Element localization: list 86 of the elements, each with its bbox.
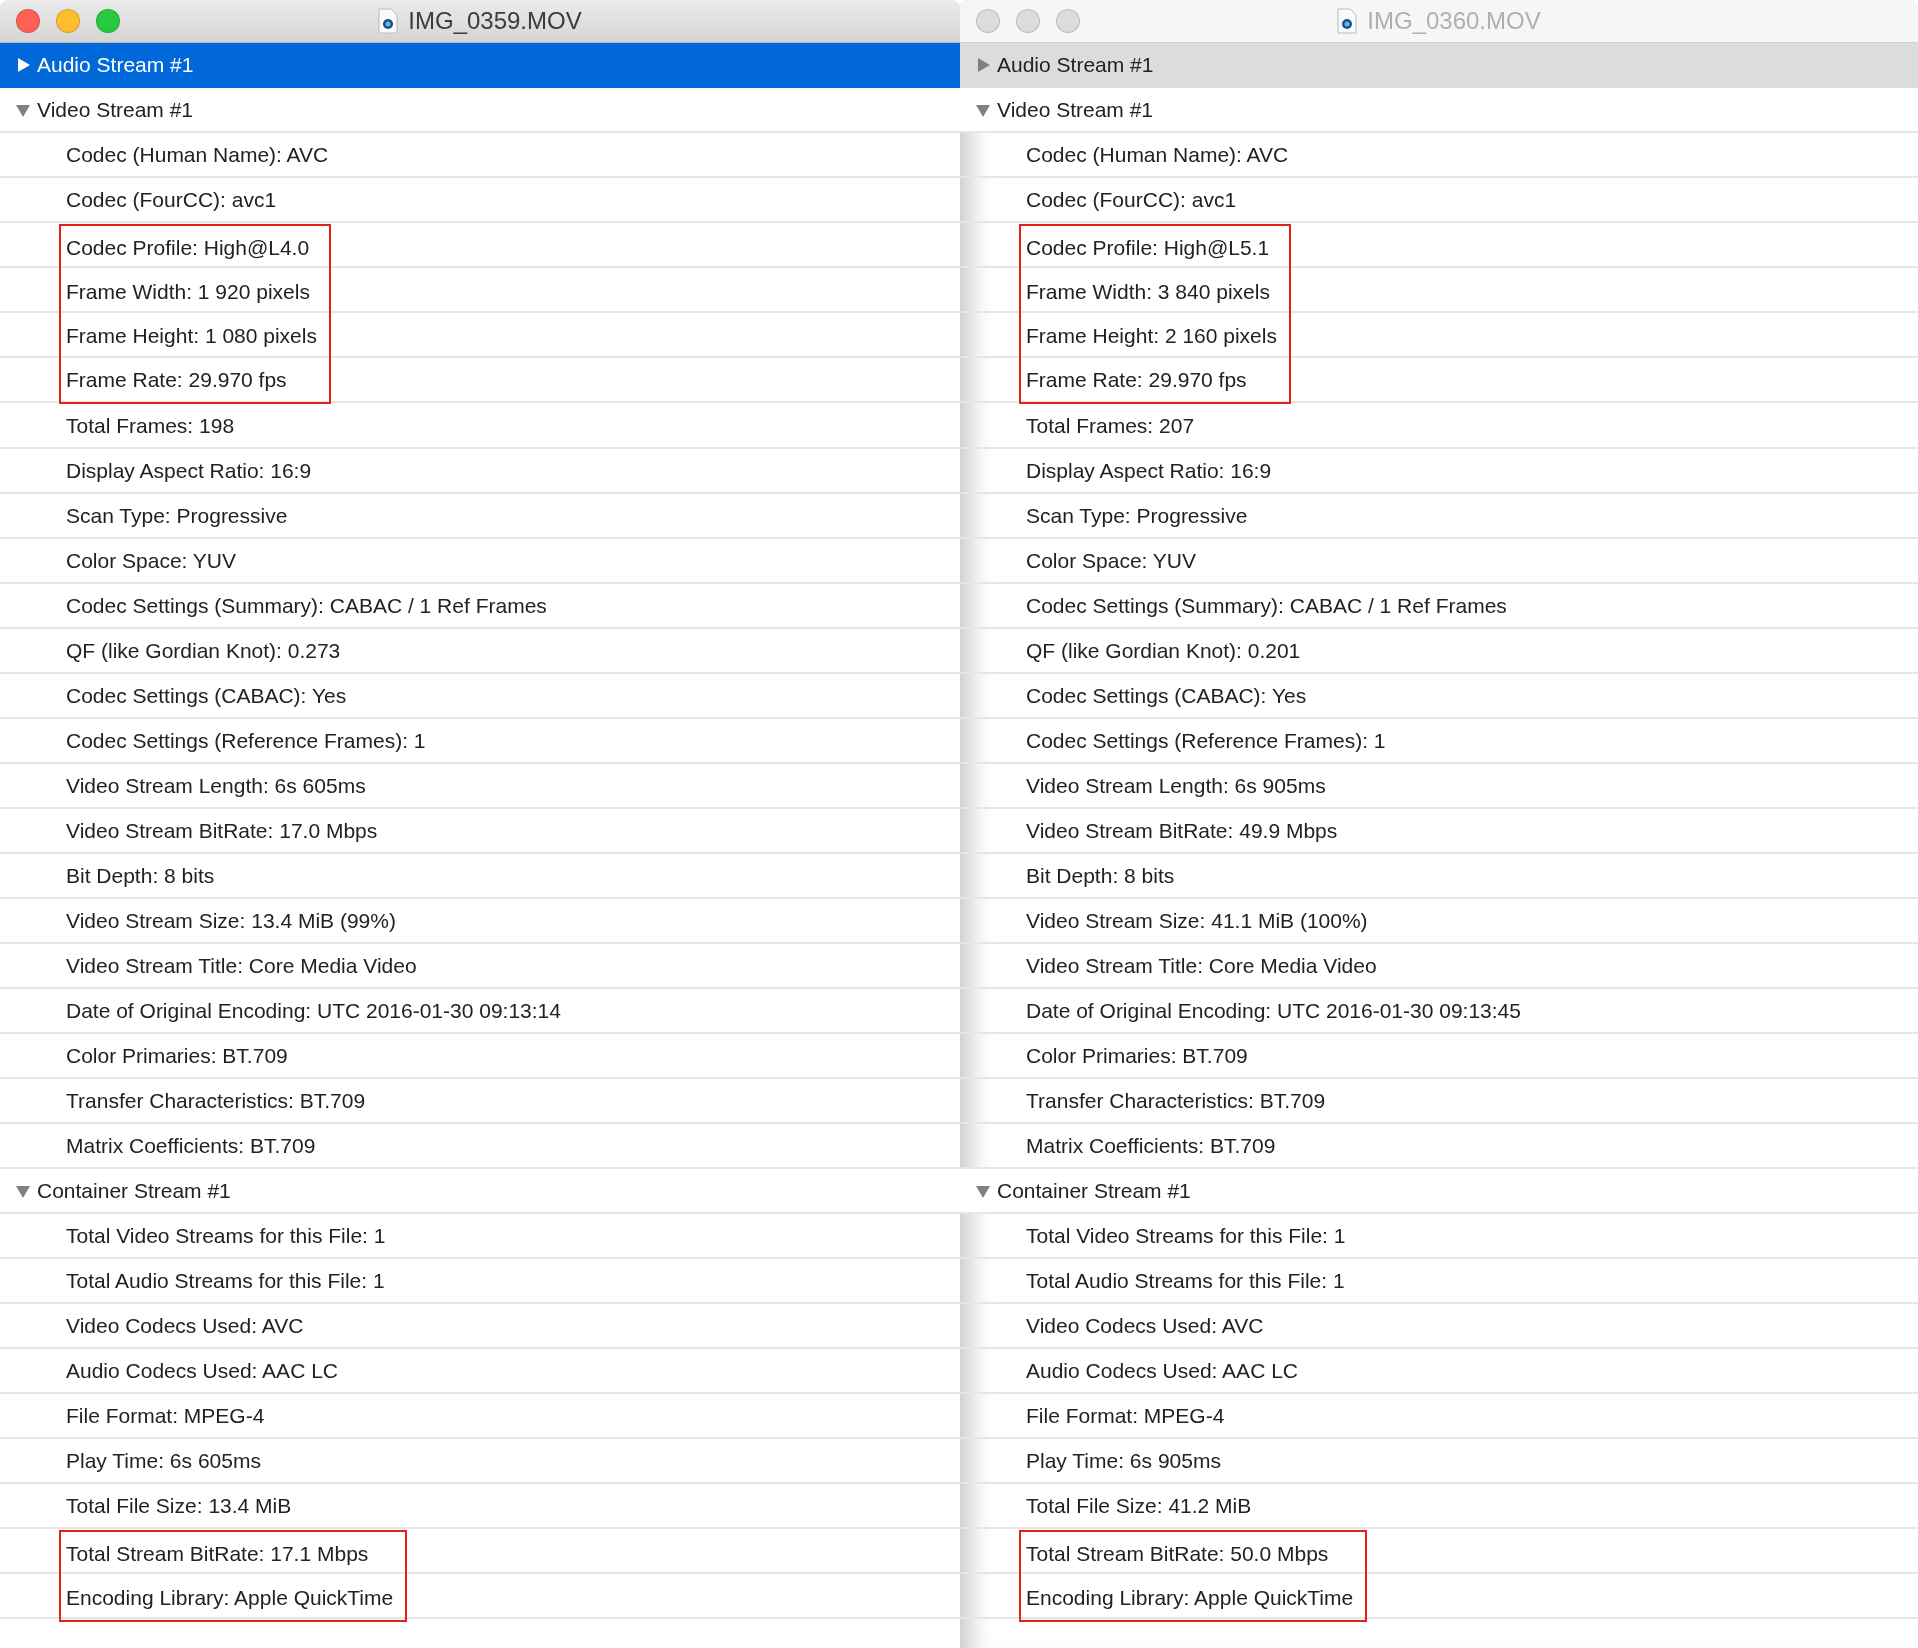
movie-file-icon — [378, 8, 399, 34]
property-text: Date of Original Encoding: UTC 2016-01-30 09:13:45 — [1026, 998, 1521, 1023]
property-text: Total Audio Streams for this File: 1 — [1026, 1268, 1345, 1293]
property-text: File Format: MPEG-4 — [66, 1403, 265, 1428]
stream-label: Container Stream #1 — [37, 1178, 231, 1203]
property-text: Color Space: YUV — [1026, 548, 1197, 573]
property-text: Codec Profile: High@L5.1 — [1026, 235, 1270, 260]
stream-row[interactable]: Video Stream #1 — [960, 88, 1918, 133]
property-text: Total Stream BitRate: 17.1 Mbps — [66, 1541, 369, 1566]
stream-label: Video Stream #1 — [997, 97, 1154, 122]
property-text: QF (like Gordian Knot): 0.201 — [1026, 638, 1301, 663]
property-text: Total Frames: 207 — [1026, 413, 1195, 438]
property-text: Video Codecs Used: AVC — [1026, 1313, 1264, 1338]
property-text: Frame Rate: 29.970 fps — [1026, 367, 1247, 392]
property-text: Frame Width: 1 920 pixels — [66, 279, 310, 304]
stream-row[interactable]: Audio Stream #1 — [960, 43, 1918, 88]
property-text: QF (like Gordian Knot): 0.273 — [66, 638, 341, 663]
movie-file-icon — [1337, 8, 1358, 34]
property-text: Scan Type: Progressive — [1026, 503, 1248, 528]
window-title: IMG_0359.MOV — [408, 7, 582, 35]
property-text: Display Aspect Ratio: 16:9 — [66, 458, 312, 483]
stream-label: Audio Stream #1 — [37, 52, 194, 77]
property-text: Bit Depth: 8 bits — [1026, 863, 1175, 888]
property-text: Matrix Coefficients: BT.709 — [66, 1133, 316, 1158]
property-text: Video Stream Length: 6s 605ms — [66, 773, 366, 798]
property-text: Scan Type: Progressive — [66, 503, 288, 528]
property-text: Video Stream Length: 6s 905ms — [1026, 773, 1326, 798]
collapsed-triangle-icon[interactable] — [15, 56, 31, 73]
property-text: Display Aspect Ratio: 16:9 — [1026, 458, 1272, 483]
property-text: Codec (FourCC): avc1 — [1026, 187, 1237, 212]
property-text: Color Space: YUV — [66, 548, 237, 573]
property-text: Play Time: 6s 605ms — [66, 1448, 261, 1473]
property-text: Codec (FourCC): avc1 — [66, 187, 277, 212]
property-text: Total File Size: 41.2 MiB — [1026, 1493, 1252, 1518]
close-button[interactable] — [16, 9, 40, 33]
property-text: Encoding Library: Apple QuickTime — [1026, 1585, 1354, 1610]
property-text: Bit Depth: 8 bits — [66, 863, 215, 888]
stream-label: Video Stream #1 — [37, 97, 194, 122]
property-text: Frame Height: 2 160 pixels — [1026, 323, 1277, 348]
property-text: Date of Original Encoding: UTC 2016-01-30 09:13:14 — [66, 998, 561, 1023]
property-text: Frame Width: 3 840 pixels — [1026, 279, 1270, 304]
property-text: File Format: MPEG-4 — [1026, 1403, 1225, 1428]
stream-row[interactable]: Container Stream #1 — [960, 1169, 1918, 1214]
property-text: Video Stream BitRate: 49.9 Mbps — [1026, 818, 1338, 843]
property-text: Matrix Coefficients: BT.709 — [1026, 1133, 1276, 1158]
property-text: Codec Profile: High@L4.0 — [66, 235, 310, 260]
property-text: Codec Settings (Reference Frames): 1 — [66, 728, 426, 753]
collapsed-triangle-icon[interactable] — [975, 56, 991, 73]
property-text: Play Time: 6s 905ms — [1026, 1448, 1221, 1473]
minimize-button[interactable] — [1016, 9, 1040, 33]
window-title: IMG_0360.MOV — [1367, 7, 1541, 35]
stream-row[interactable]: Audio Stream #1 — [0, 43, 960, 88]
property-text: Color Primaries: BT.709 — [66, 1043, 288, 1068]
property-text: Transfer Characteristics: BT.709 — [66, 1088, 366, 1113]
property-text: Total Frames: 198 — [66, 413, 235, 438]
property-text: Video Stream Title: Core Media Video — [1026, 953, 1377, 978]
property-text: Encoding Library: Apple QuickTime — [66, 1585, 394, 1610]
property-text: Codec (Human Name): AVC — [66, 142, 329, 167]
property-text: Total File Size: 13.4 MiB — [66, 1493, 292, 1518]
property-text: Codec (Human Name): AVC — [1026, 142, 1289, 167]
property-text: Total Stream BitRate: 50.0 Mbps — [1026, 1541, 1329, 1566]
stream-label: Container Stream #1 — [997, 1178, 1191, 1203]
property-text: Codec Settings (Summary): CABAC / 1 Ref Frames — [66, 593, 547, 618]
property-text: Video Stream Size: 13.4 MiB (99%) — [66, 908, 396, 933]
zoom-button[interactable] — [1056, 9, 1080, 33]
property-text: Video Codecs Used: AVC — [66, 1313, 304, 1338]
minimize-button[interactable] — [56, 9, 80, 33]
property-text: Color Primaries: BT.709 — [1026, 1043, 1248, 1068]
property-text: Codec Settings (Summary): CABAC / 1 Ref Frames — [1026, 593, 1507, 618]
property-text: Codec Settings (CABAC): Yes — [66, 683, 347, 708]
property-text: Video Stream Title: Core Media Video — [66, 953, 417, 978]
property-text: Total Audio Streams for this File: 1 — [66, 1268, 385, 1293]
property-text: Audio Codecs Used: AAC LC — [1026, 1358, 1298, 1383]
property-text: Video Stream BitRate: 17.0 Mbps — [66, 818, 378, 843]
property-text: Video Stream Size: 41.1 MiB (100%) — [1026, 908, 1368, 933]
zoom-button[interactable] — [96, 9, 120, 33]
property-text: Codec Settings (CABAC): Yes — [1026, 683, 1307, 708]
property-text: Frame Height: 1 080 pixels — [66, 323, 317, 348]
property-text: Frame Rate: 29.970 fps — [66, 367, 287, 392]
stream-label: Audio Stream #1 — [997, 52, 1154, 77]
property-text: Transfer Characteristics: BT.709 — [1026, 1088, 1326, 1113]
property-text: Audio Codecs Used: AAC LC — [66, 1358, 338, 1383]
property-text: Total Video Streams for this File: 1 — [1026, 1223, 1346, 1248]
property-text: Total Video Streams for this File: 1 — [66, 1223, 386, 1248]
close-button[interactable] — [976, 9, 1000, 33]
property-text: Codec Settings (Reference Frames): 1 — [1026, 728, 1386, 753]
